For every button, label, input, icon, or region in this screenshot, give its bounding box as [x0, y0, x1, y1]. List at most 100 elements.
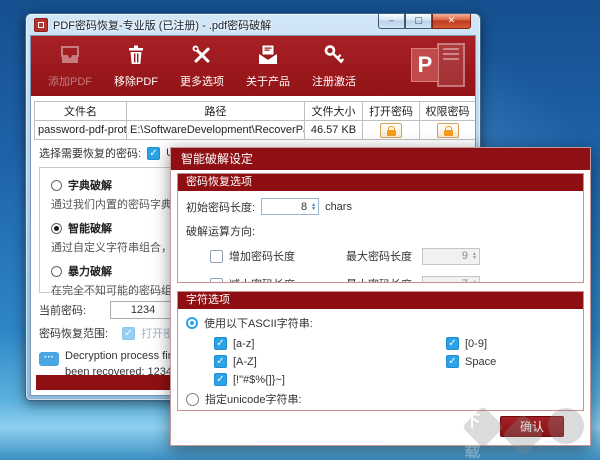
permission-password-lock-icon[interactable]: [437, 123, 459, 138]
initial-length-suffix: chars: [325, 201, 352, 213]
mail-icon: [255, 43, 281, 70]
unicode-option-row[interactable]: 指定unicode字符串:: [186, 391, 575, 407]
initial-length-value: 8: [262, 201, 310, 213]
charset-symbols-checkbox[interactable]: ✓: [214, 373, 227, 386]
min-length-value: 7: [423, 278, 471, 283]
col-path: 路径: [127, 102, 305, 121]
max-length-label: 最大密码长度: [346, 248, 412, 264]
recovery-options-header: 密码恢复选项: [178, 174, 583, 191]
recovery-range-label: 密码恢复范围:: [39, 325, 108, 341]
unicode-radio[interactable]: [186, 393, 199, 406]
cell-open-password: [363, 121, 420, 140]
open-password-checkbox[interactable]: ✓: [122, 327, 135, 340]
caption-buttons: – ▢ ✕: [378, 14, 471, 29]
ascii-radio-label: 使用以下ASCII字符串:: [204, 315, 313, 331]
initial-length-spinner[interactable]: 8 ▲▼: [261, 198, 319, 215]
charset-lower-label: [a-z]: [233, 338, 254, 350]
decrease-length-checkbox[interactable]: ✓: [210, 278, 223, 284]
table-header-row: 文件名 路径 文件大小 打开密码 权限密码: [35, 102, 476, 121]
cell-permission-password: [420, 121, 476, 140]
smart-radio[interactable]: [51, 223, 62, 234]
charset-digits-option[interactable]: ✓ [0-9]: [446, 337, 575, 350]
window-title: PDF密码恢复-专业版 (已注册) - .pdf密码破解: [53, 17, 271, 33]
initial-length-row: 初始密码长度: 8 ▲▼ chars: [186, 198, 575, 215]
initial-length-label: 初始密码长度:: [186, 199, 255, 215]
decrease-length-row: ✓ 减小密码长度 最小密码长度 7 ▲▼: [210, 273, 575, 283]
brute-radio[interactable]: [51, 266, 62, 277]
col-file-size: 文件大小: [305, 102, 363, 121]
min-length-label: 最小密码长度: [346, 276, 412, 283]
col-file-name: 文件名: [35, 102, 127, 121]
char-options-group: 字符选项 使用以下ASCII字符串: ✓[a-z] ✓[0-9] ✓[A-Z] …: [177, 291, 584, 411]
user-checkbox[interactable]: ✓: [147, 147, 160, 160]
charset-lower-checkbox[interactable]: ✓: [214, 337, 227, 350]
pdf-document-icon: [437, 43, 465, 87]
increase-length-row: ✓ 增加密码长度 最大密码长度 9 ▲▼: [210, 245, 575, 267]
increase-length-label: 增加密码长度: [229, 248, 295, 264]
file-table: 文件名 路径 文件大小 打开密码 权限密码 password-pdf-prote…: [34, 101, 476, 140]
minimize-button[interactable]: –: [378, 14, 405, 29]
decrease-length-label: 减小密码长度: [229, 276, 295, 283]
col-open-password: 打开密码: [363, 102, 420, 121]
unicode-radio-label: 指定unicode字符串:: [205, 391, 302, 407]
cell-file-size: 46.57 KB: [305, 121, 363, 140]
inbox-icon: [57, 43, 83, 70]
dictionary-label: 字典破解: [68, 177, 112, 193]
spinner-arrows-icon[interactable]: ▲▼: [310, 203, 318, 211]
charset-lower-option[interactable]: ✓ [a-z]: [214, 337, 446, 350]
col-permission-password: 权限密码: [420, 102, 476, 121]
confirm-button[interactable]: 确认: [500, 416, 564, 437]
more-options-button[interactable]: 更多选项: [169, 39, 235, 93]
spinner-arrows-icon[interactable]: ▲▼: [471, 252, 479, 260]
spinner-arrows-icon[interactable]: ▲▼: [471, 280, 479, 283]
speech-bubble-icon: ···: [39, 352, 59, 366]
ascii-radio[interactable]: [186, 317, 198, 329]
current-password-field[interactable]: 1234: [110, 301, 176, 319]
trash-icon: [123, 43, 149, 70]
charset-space-option[interactable]: ✓ Space: [446, 355, 575, 368]
open-password-lock-icon[interactable]: [380, 123, 402, 138]
about-product-button[interactable]: 关于产品: [235, 39, 301, 93]
remove-pdf-label: 移除PDF: [114, 73, 158, 89]
register-label: 注册激活: [312, 73, 356, 89]
max-length-spinner[interactable]: 9 ▲▼: [422, 248, 480, 265]
cell-file-name: password-pdf-protected.pd: [35, 121, 127, 140]
smart-crack-settings-dialog: 智能破解设定 密码恢复选项 初始密码长度: 8 ▲▼ chars 破解运算方向:…: [170, 147, 591, 446]
tools-icon: [189, 43, 215, 70]
table-row[interactable]: password-pdf-protected.pd E:\SoftwareDev…: [35, 121, 476, 140]
ascii-option-row[interactable]: 使用以下ASCII字符串:: [186, 315, 575, 331]
direction-label: 破解运算方向:: [186, 223, 575, 239]
charset-digits-label: [0-9]: [465, 338, 487, 350]
current-password-label: 当前密码:: [39, 302, 86, 318]
app-icon: [34, 18, 48, 32]
close-button[interactable]: ✕: [432, 14, 471, 29]
maximize-button[interactable]: ▢: [405, 14, 432, 29]
brute-label: 暴力破解: [68, 263, 112, 279]
charset-space-checkbox[interactable]: ✓: [446, 355, 459, 368]
charset-symbols-label: [!"#$%{]}~]: [233, 374, 285, 386]
charset-space-label: Space: [465, 356, 496, 368]
more-options-label: 更多选项: [180, 73, 224, 89]
add-pdf-label: 添加PDF: [48, 73, 92, 89]
charset-upper-option[interactable]: ✓ [A-Z]: [214, 355, 446, 368]
dictionary-radio[interactable]: [51, 180, 62, 191]
register-button[interactable]: 注册激活: [301, 39, 367, 93]
increase-length-checkbox[interactable]: ✓: [210, 250, 223, 263]
charset-digits-checkbox[interactable]: ✓: [446, 337, 459, 350]
dialog-title[interactable]: 智能破解设定: [171, 148, 590, 170]
about-product-label: 关于产品: [246, 73, 290, 89]
charset-symbols-option[interactable]: ✓ [!"#$%{]}~]: [214, 373, 446, 386]
max-length-value: 9: [423, 250, 471, 262]
cell-path: E:\SoftwareDevelopment\RecoverPassword\P…: [127, 121, 305, 140]
charset-upper-label: [A-Z]: [233, 356, 257, 368]
titlebar[interactable]: PDF密码恢复-专业版 (已注册) - .pdf密码破解 – ▢ ✕: [26, 14, 480, 35]
toolbar: 添加PDF 移除PDF 更多选项 关于产品 注册激活: [31, 36, 475, 96]
add-pdf-button[interactable]: 添加PDF: [37, 39, 103, 93]
remove-pdf-button[interactable]: 移除PDF: [103, 39, 169, 93]
min-length-spinner[interactable]: 7 ▲▼: [422, 276, 480, 284]
charset-grid: ✓ [a-z] ✓ [0-9] ✓ [A-Z] ✓ Space ✓ [!"#$%{]}~]: [214, 337, 575, 386]
pdf-p-icon: P: [411, 48, 439, 82]
pdf-app-logo: P: [409, 40, 467, 92]
desktop: PDF密码恢复-专业版 (已注册) - .pdf密码破解 – ▢ ✕ 添加PDF…: [0, 0, 600, 460]
charset-upper-checkbox[interactable]: ✓: [214, 355, 227, 368]
